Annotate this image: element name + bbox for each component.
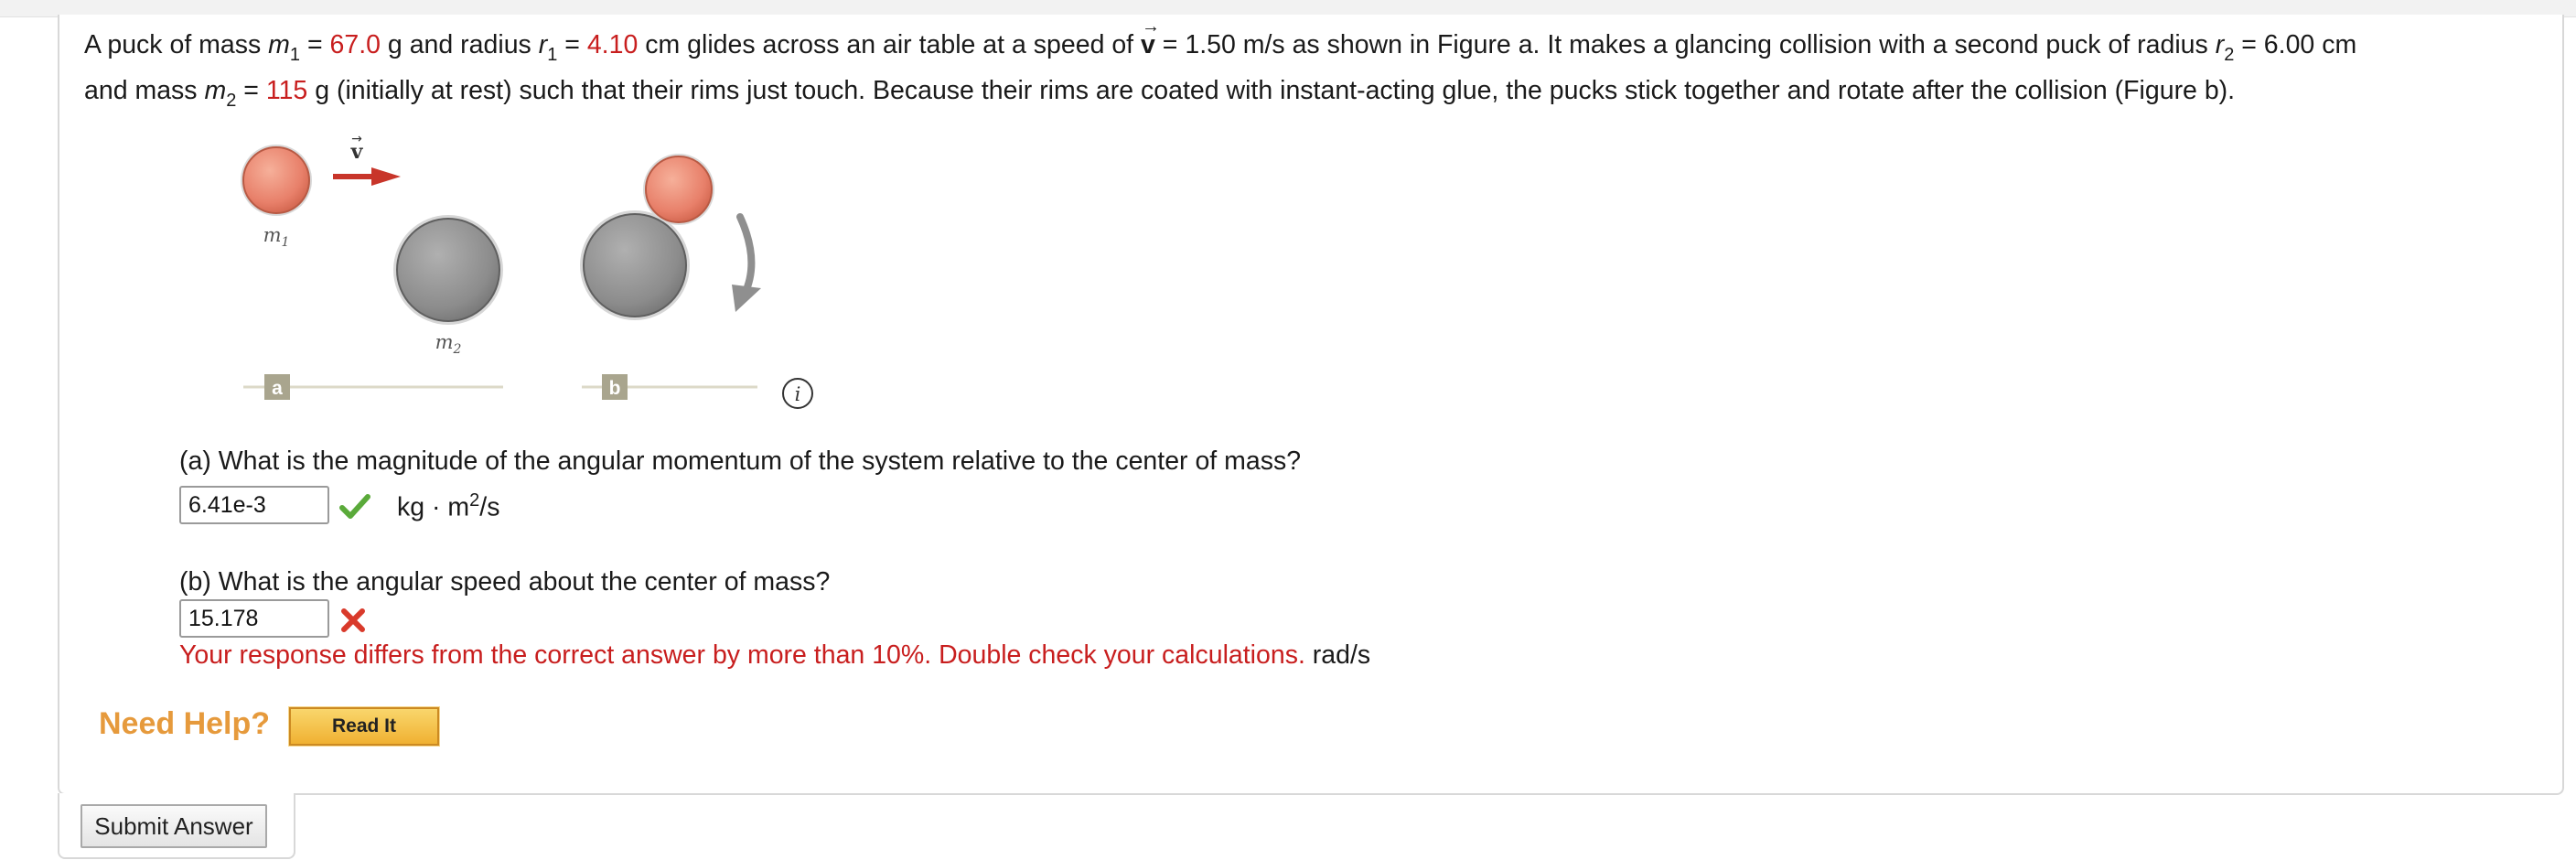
unit-a: kg · m2/s: [397, 490, 500, 522]
puck-m2: [393, 215, 503, 325]
svg-text:i: i: [795, 383, 801, 405]
answer-a-input[interactable]: [179, 486, 329, 524]
unit-b: rad/s: [1312, 640, 1371, 670]
m1-value: 67.0: [329, 30, 381, 59]
read-it-button[interactable]: Read It: [288, 706, 440, 747]
problem-line-1: A puck of mass m1 = 67.0 g and radius r1…: [84, 16, 2357, 65]
svg-text:→: →: [351, 133, 362, 146]
problem-line-2: and mass m2 = 115 g (initially at rest) …: [84, 76, 2236, 111]
need-help-label: Need Help?: [99, 706, 271, 741]
answer-b-input[interactable]: [179, 599, 329, 638]
question-b: (b) What is the angular speed about the …: [179, 567, 831, 597]
svg-text:a: a: [272, 378, 283, 399]
feedback-text: Your response differs from the correct a…: [179, 640, 1305, 670]
r1-value: 4.10: [586, 30, 639, 59]
feedback-line: Your response differs from the correct a…: [179, 640, 1370, 671]
info-icon[interactable]: i: [782, 378, 813, 409]
m1-label: m1: [263, 224, 290, 250]
checkmark-icon: [339, 494, 370, 519]
velocity-vector-symbol: → v: [1141, 16, 1161, 59]
m2-label: m2: [435, 331, 462, 357]
puck-m1: [241, 145, 312, 216]
cross-icon: [341, 608, 365, 632]
submit-answer-button[interactable]: Submit Answer: [80, 804, 267, 848]
m2-value: 115: [265, 76, 308, 105]
collision-figure: v → m1 m2 a b i: [241, 133, 813, 409]
rotation-arrow-icon: [732, 213, 761, 312]
question-a: (a) What is the magnitude of the angular…: [179, 446, 1302, 476]
velocity-arrow: v →: [333, 133, 401, 186]
combined-pucks: [580, 154, 714, 320]
svg-text:b: b: [609, 378, 621, 399]
